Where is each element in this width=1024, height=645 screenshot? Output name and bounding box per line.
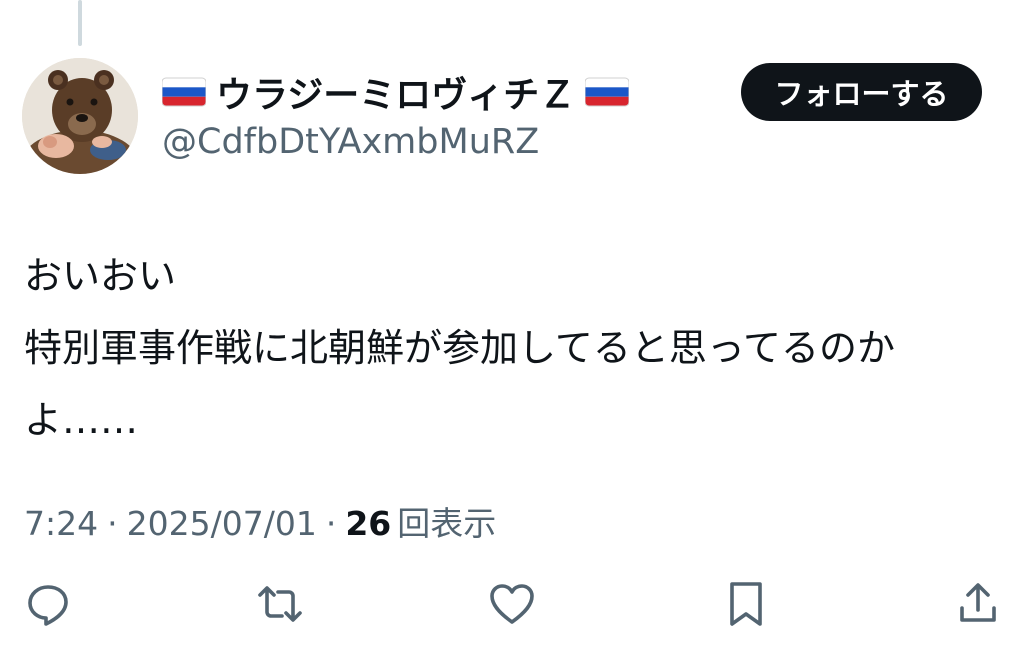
- meta-separator: ·: [325, 504, 337, 543]
- retweet-button[interactable]: [254, 578, 306, 630]
- reply-icon: [28, 585, 68, 626]
- tweet-meta: 7:24 · 2025/07/01 · 26 回表示: [24, 497, 496, 545]
- display-name-row[interactable]: ウラジーミロヴィチＺ: [162, 68, 630, 116]
- views-count: 26: [345, 504, 392, 543]
- bear-avatar-image: [22, 58, 138, 174]
- bookmark-button[interactable]: [720, 578, 772, 630]
- tweet-line: 特別軍事作戦に北朝鮮が参加してると思ってるのか: [24, 326, 895, 370]
- like-button[interactable]: [486, 578, 538, 630]
- russian-flag-icon: [162, 76, 206, 108]
- user-info: ウラジーミロヴィチＺ @CdfbDtYAxmbMuRZ: [162, 68, 630, 162]
- russian-flag-icon: [585, 76, 630, 108]
- share-icon: [960, 583, 996, 622]
- tweet-line: よ……: [24, 398, 139, 442]
- reply-button[interactable]: [22, 578, 74, 630]
- follow-button[interactable]: フォローする: [741, 63, 982, 121]
- retweet-icon: [258, 586, 302, 622]
- meta-separator: ·: [107, 504, 118, 543]
- bookmark-icon: [730, 582, 762, 626]
- user-handle[interactable]: @CdfbDtYAxmbMuRZ: [162, 122, 629, 162]
- views-label: 回表示: [397, 504, 497, 543]
- tweet-detail: ウラジーミロヴィチＺ @CdfbDtYAxmbMuRZ フォローする おいおい …: [0, 0, 1024, 645]
- tweet-line: おいおい: [24, 254, 177, 298]
- share-button[interactable]: [952, 578, 1004, 630]
- heart-icon: [490, 584, 534, 624]
- display-name: ウラジーミロヴィチＺ: [216, 75, 576, 116]
- tweet-text: おいおい 特別軍事作戦に北朝鮮が参加してると思ってるのか よ……: [24, 240, 1004, 456]
- action-bar: [0, 578, 1024, 634]
- avatar[interactable]: [22, 58, 138, 174]
- post-time[interactable]: 7:24: [24, 504, 98, 543]
- thread-connector-line: [78, 0, 82, 46]
- post-date[interactable]: 2025/07/01: [127, 504, 317, 543]
